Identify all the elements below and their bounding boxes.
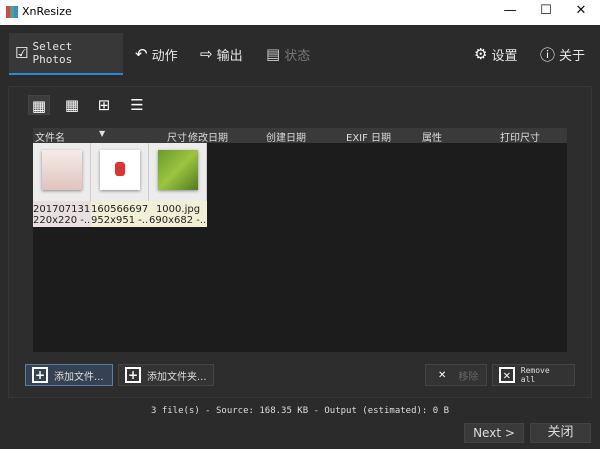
- export-icon: ⇨: [200, 45, 213, 63]
- remove-button[interactable]: ✕ 移除: [425, 364, 487, 386]
- file-name: 1000.jpg: [155, 204, 201, 215]
- column-attributes[interactable]: 属性: [422, 129, 442, 144]
- tab-label: 状态: [284, 48, 311, 64]
- thumbnail-image: [100, 150, 140, 190]
- thumbnail-image: [158, 150, 198, 190]
- gear-icon: ⚙: [474, 45, 488, 63]
- add-folder-button[interactable]: + 添加文件夹...: [118, 364, 214, 386]
- file-info: 220x220 -...: [33, 215, 91, 226]
- maximize-button[interactable]: ☐: [536, 3, 556, 21]
- tab-label: Select Photos: [32, 40, 73, 66]
- title-bar: XnResize — ☐ ✕: [0, 0, 600, 25]
- file-name: 160566697...: [91, 204, 149, 215]
- column-modified[interactable]: 修改日期: [188, 129, 228, 144]
- list-view-button[interactable]: ☰: [126, 95, 148, 115]
- remove-all-label: Remove all: [520, 366, 550, 384]
- settings-button[interactable]: ⚙ 设置: [474, 33, 517, 75]
- checkbox-icon: ☑: [15, 44, 29, 62]
- medium-grid-view-button[interactable]: ▦: [61, 95, 83, 115]
- tab-label: 输出: [216, 48, 243, 64]
- thumbnail-image: [42, 150, 82, 190]
- column-created[interactable]: 创建日期: [266, 129, 306, 144]
- tab-select-photos[interactable]: ☑ Select Photos: [9, 33, 123, 75]
- tab-actions[interactable]: ↶ 动作: [135, 33, 178, 75]
- remove-all-button[interactable]: ✕ Remove all: [492, 364, 575, 386]
- list-view-icon: ☰: [130, 96, 144, 114]
- next-button[interactable]: Next >: [464, 423, 524, 443]
- medium-grid-icon: ▦: [64, 96, 80, 114]
- file-thumbnail[interactable]: 160566697... 952x951 -...: [91, 143, 149, 227]
- file-thumbnail[interactable]: 201707131... 220x220 -...: [33, 143, 91, 227]
- column-filename[interactable]: 文件名: [35, 129, 65, 144]
- column-size[interactable]: 尺寸: [167, 129, 187, 144]
- window-title: XnResize: [22, 5, 72, 18]
- info-icon: ⓘ: [540, 45, 556, 64]
- undo-arrow-icon: ↶: [135, 45, 148, 63]
- close-button[interactable]: 关闭: [530, 423, 591, 443]
- settings-label: 设置: [491, 48, 518, 64]
- clipboard-icon: ▤: [266, 45, 281, 63]
- small-grid-view-button[interactable]: ▦: [28, 95, 50, 115]
- small-grid-icon: ▦: [31, 97, 47, 115]
- remove-label: 移除: [458, 371, 479, 383]
- remove-all-icon: ✕: [499, 367, 515, 383]
- large-grid-view-button[interactable]: ⊞: [93, 95, 115, 115]
- close-window-button[interactable]: ✕: [571, 3, 591, 21]
- add-file-icon: +: [32, 367, 48, 383]
- tab-status[interactable]: ▤ 状态: [266, 33, 310, 75]
- file-thumbnail[interactable]: 1000.jpg 690x682 -...: [149, 143, 207, 227]
- about-button[interactable]: ⓘ 关于: [540, 33, 585, 75]
- add-files-label: 添加文件...: [54, 371, 104, 383]
- x-icon: ✕: [438, 369, 447, 381]
- status-text: 3 file(s) - Source: 168.35 KB - Output (…: [150, 406, 449, 416]
- column-print-size[interactable]: 打印尺寸: [500, 129, 540, 144]
- add-files-button[interactable]: + 添加文件...: [25, 364, 113, 386]
- sort-chevron-icon[interactable]: ▼: [99, 129, 105, 138]
- minimize-button[interactable]: —: [500, 3, 520, 21]
- add-folder-label: 添加文件夹...: [147, 371, 207, 383]
- about-label: 关于: [559, 48, 586, 64]
- file-name: 201707131...: [33, 204, 91, 215]
- file-info: 690x682 -...: [149, 215, 207, 226]
- tab-label: 动作: [151, 48, 178, 64]
- app-logo-icon: [6, 6, 18, 18]
- large-grid-icon: ⊞: [97, 96, 111, 114]
- add-folder-icon: +: [125, 367, 141, 383]
- file-info: 952x951 -...: [91, 215, 149, 226]
- column-exif[interactable]: EXIF 日期: [346, 129, 391, 144]
- tab-output[interactable]: ⇨ 输出: [200, 33, 243, 75]
- table-header: 文件名 ▼ 尺寸 修改日期 创建日期 EXIF 日期 属性 打印尺寸: [33, 128, 567, 144]
